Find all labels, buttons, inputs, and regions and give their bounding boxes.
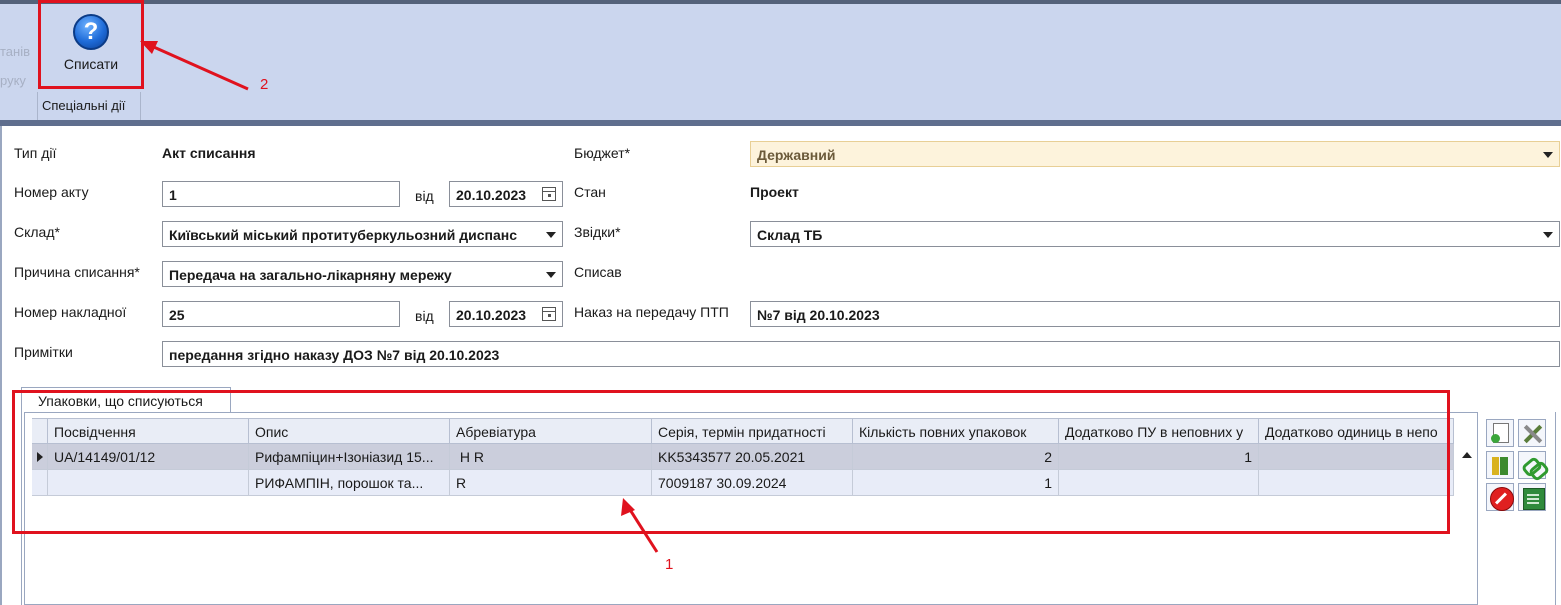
chevron-down-icon: [1543, 232, 1553, 238]
scroll-up-icon[interactable]: [1462, 452, 1472, 458]
warehouse-value: Київський міський протитуберкульозний ди…: [169, 227, 518, 243]
source-select[interactable]: Склад ТБ: [750, 221, 1560, 247]
act-date-from-label: від: [415, 188, 434, 204]
invoice-number-label: Номер накладної: [14, 304, 127, 320]
spreadsheet-icon[interactable]: [1518, 483, 1546, 511]
notes-input[interactable]: передання згідно наказу ДОЗ №7 від 20.10…: [162, 341, 1560, 367]
ribbon-ghost-text-1: танів: [0, 44, 31, 59]
annotation-label-2: 2: [260, 76, 269, 93]
notes-label: Примітки: [14, 344, 73, 360]
state-value: Проект: [750, 184, 799, 200]
ribbon-ghost-text-2: руку: [0, 73, 26, 88]
invoice-number-input[interactable]: 25: [162, 301, 400, 327]
annotation-box-2: [38, 0, 144, 89]
ribbon-group-separator: [140, 92, 141, 120]
action-type-label: Тип дії: [14, 145, 57, 161]
link-icon[interactable]: [1518, 451, 1546, 479]
tools-icon[interactable]: [1518, 419, 1546, 447]
ribbon-group-label: Спеціальні дії: [42, 98, 126, 113]
written-off-by-label: Списав: [574, 264, 622, 280]
reason-value: Передача на загально-лікарняну мережу: [169, 267, 452, 283]
budget-label: Бюджет*: [574, 145, 631, 161]
invoice-date-picker[interactable]: 20.10.2023: [449, 301, 563, 327]
annotation-box-1: [12, 390, 1450, 534]
calendar-icon[interactable]: [542, 187, 556, 201]
ribbon: [0, 0, 1561, 124]
calendar-icon[interactable]: [542, 307, 556, 321]
warehouse-label: Склад*: [14, 224, 60, 240]
act-date-picker[interactable]: 20.10.2023: [449, 181, 563, 207]
ribbon-group-separator: [37, 92, 38, 120]
chevron-down-icon: [546, 272, 556, 278]
order-input[interactable]: №7 від 20.10.2023: [750, 301, 1560, 327]
order-label: Наказ на передачу ПТП: [574, 304, 729, 320]
budget-value: Державний: [757, 147, 836, 163]
invoice-date-from-label: від: [415, 308, 434, 324]
source-label: Звідки*: [574, 224, 621, 240]
reason-label: Причина списання*: [14, 264, 140, 280]
act-date-value: 20.10.2023: [456, 187, 527, 203]
state-label: Стан: [574, 184, 606, 200]
books-icon[interactable]: [1486, 451, 1514, 479]
warehouse-select[interactable]: Київський міський протитуберкульозний ди…: [162, 221, 563, 247]
act-number-label: Номер акту: [14, 184, 89, 200]
annotation-label-1: 1: [665, 556, 674, 573]
invoice-date-value: 20.10.2023: [456, 307, 527, 323]
delete-icon[interactable]: [1486, 483, 1514, 511]
chevron-down-icon: [546, 232, 556, 238]
budget-select[interactable]: Державний: [750, 141, 1560, 167]
chevron-down-icon: [1543, 152, 1553, 158]
act-number-input[interactable]: 1: [162, 181, 400, 207]
source-value: Склад ТБ: [757, 227, 823, 243]
reason-select[interactable]: Передача на загально-лікарняну мережу: [162, 261, 563, 287]
action-type-value: Акт списання: [162, 145, 256, 161]
add-document-icon[interactable]: [1486, 419, 1514, 447]
